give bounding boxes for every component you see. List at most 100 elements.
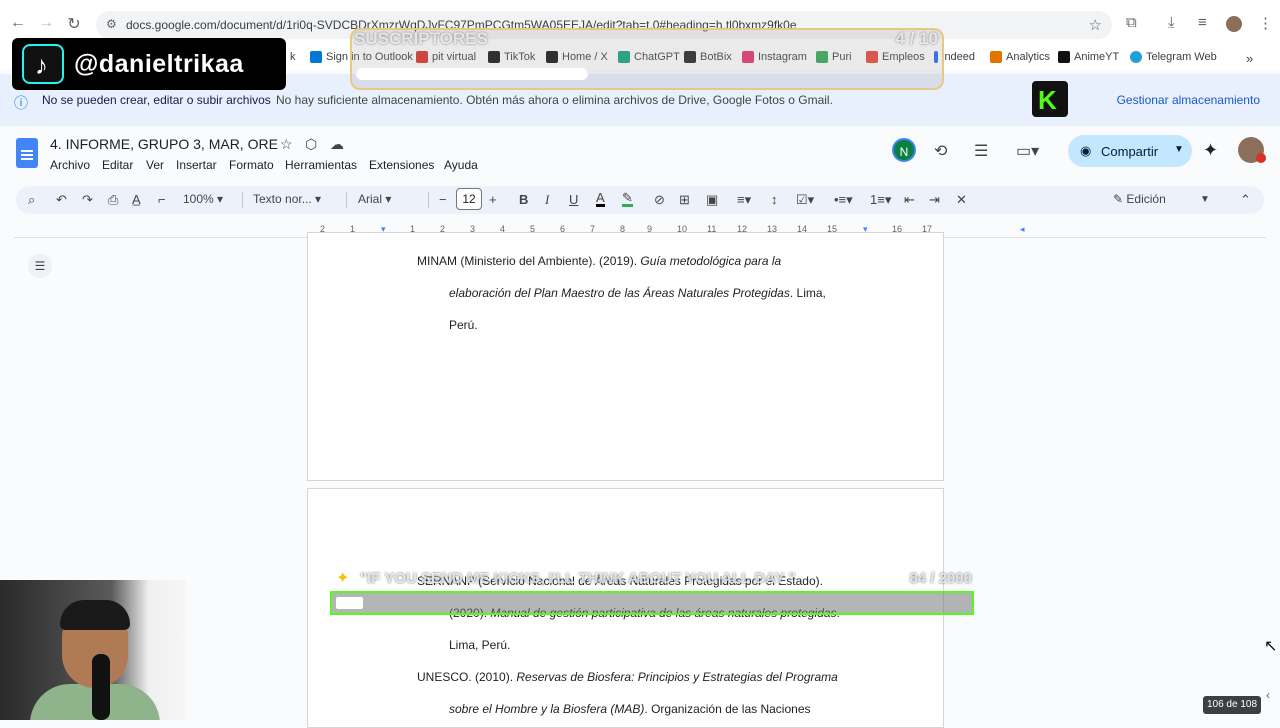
mode-chevron-icon[interactable]: ▼ (1200, 194, 1210, 205)
divider (242, 192, 243, 208)
highlight-icon[interactable]: ✎ (622, 191, 633, 207)
print-icon[interactable]: ⎙ (108, 192, 118, 208)
history-icon[interactable]: ⟲ (934, 141, 947, 161)
more-bookmarks-icon[interactable]: » (1246, 51, 1253, 66)
kick-goal-overlay: ✦ "IF YOU SEND ME KICKS, I'LL THINK ABOU… (330, 566, 974, 616)
menu-archivo[interactable]: Archivo (50, 158, 90, 172)
side-panel-toggle-icon[interactable]: ‹ (1266, 688, 1270, 702)
move-icon[interactable]: ⬡ (305, 136, 317, 153)
document-outline-icon[interactable]: ☰ (28, 254, 52, 278)
youtube-icon (1058, 51, 1070, 63)
subscriber-goal-label: SUSCRIPTORES (354, 29, 488, 48)
extensions-icon[interactable]: ⧉ (1126, 14, 1137, 31)
telegram-icon (1130, 51, 1142, 63)
insert-image-icon[interactable]: ▣ (706, 192, 718, 208)
text-color-icon[interactable]: A (596, 191, 605, 207)
kick-goal-count: 84 / 2000 (909, 570, 972, 587)
editing-mode-select[interactable]: ✎ Edición (1113, 192, 1166, 206)
chevron-down-icon[interactable]: ▼ (1174, 144, 1184, 155)
forward-icon[interactable]: → (36, 14, 56, 32)
banner-title: No se pueden crear, editar o subir archi… (42, 93, 271, 107)
collapse-menus-icon[interactable]: ⌃ (1240, 192, 1251, 208)
menu-editar[interactable]: Editar (102, 158, 133, 172)
microphone-icon (92, 654, 110, 720)
zoom-select[interactable]: 100% ▾ (183, 192, 223, 206)
reference-sernanp-line3: Lima, Perú. (449, 638, 511, 652)
search-icon[interactable]: ⌕ (28, 192, 35, 208)
style-select[interactable]: Texto nor... ▾ (253, 192, 321, 206)
site-info-icon[interactable]: ⚙ (106, 17, 117, 31)
paint-format-icon[interactable]: ⌐ (158, 192, 166, 207)
decrease-font-icon[interactable]: − (439, 192, 447, 207)
comments-icon[interactable]: ☰ (974, 141, 988, 161)
spellcheck-icon[interactable]: A̲ (132, 192, 141, 207)
browser-profile-icon[interactable] (1226, 16, 1242, 32)
bookmark-star-icon[interactable]: ☆ (1089, 16, 1102, 34)
sparkle-icon: ✦ (336, 570, 350, 587)
browser-menu-icon[interactable]: ⋮ (1258, 14, 1273, 32)
bookmark-animeyt[interactable]: AnimeYT (1058, 51, 1119, 63)
divider (428, 192, 429, 208)
webcam-person-hair (60, 600, 130, 630)
bookmark-telegram[interactable]: Telegram Web (1130, 51, 1217, 63)
page-counter: 106 de 108 (1203, 696, 1261, 714)
menu-herramientas[interactable]: Herramientas (285, 158, 357, 172)
globe-icon: ◉ (1080, 143, 1092, 158)
menu-ayuda[interactable]: Ayuda (444, 158, 478, 172)
back-icon[interactable]: ← (8, 14, 28, 32)
numbered-list-icon[interactable]: 1≡▾ (870, 192, 891, 208)
reference-unesco-line1: UNESCO. (2010). Reservas de Biosfera: Pr… (417, 670, 838, 684)
banner-message: No hay suficiente almacenamiento. Obtén … (276, 93, 833, 107)
document-title[interactable]: 4. INFORME, GRUPO 3, MAR, ORE (50, 136, 278, 152)
tiktok-logo-icon: ♪ (22, 44, 64, 84)
bookmark-fragment[interactable]: k (290, 51, 296, 63)
increase-font-icon[interactable]: + (489, 192, 497, 207)
kick-goal-fill (336, 597, 363, 609)
download-icon[interactable]: ⤓ (1168, 14, 1175, 31)
formatting-toolbar: ⌕ ↶ ↷ ⎙ A̲ ⌐ 100% ▾ Texto nor... ▾ Arial… (16, 186, 1264, 214)
align-icon[interactable]: ≡▾ (737, 192, 751, 208)
outlook-icon (310, 51, 322, 63)
checklist-icon[interactable]: ☑▾ (796, 192, 814, 208)
font-size-input[interactable]: 12 (456, 188, 482, 210)
info-icon: ⓘ (14, 95, 28, 111)
undo-icon[interactable]: ↶ (56, 192, 67, 208)
ruler-end-marker-icon[interactable]: ◂ (1020, 224, 1025, 235)
manage-storage-link[interactable]: Gestionar almacenamiento (1117, 93, 1260, 107)
docs-logo-icon[interactable] (16, 138, 38, 168)
increase-indent-icon[interactable]: ⇥ (929, 192, 940, 208)
collaborator-avatar[interactable]: N (892, 138, 916, 162)
meet-icon[interactable]: ▭▾ (1016, 141, 1039, 161)
underline-icon[interactable]: U (569, 192, 578, 207)
media-icon[interactable]: ≡ (1198, 14, 1207, 31)
font-select[interactable]: Arial ▾ (358, 192, 391, 206)
gemini-icon[interactable]: ✦ (1203, 140, 1218, 161)
decrease-indent-icon[interactable]: ⇤ (904, 192, 915, 208)
tiktok-handle: @danieltrikaa (74, 50, 244, 78)
share-button[interactable]: ◉ Compartir ▼ (1068, 135, 1192, 167)
star-icon[interactable]: ☆ (280, 136, 293, 153)
kick-goal-message: "IF YOU SEND ME KICKS, I'LL THINK ABOUT … (360, 570, 796, 587)
reference-minam-line3: Perú. (449, 318, 478, 332)
menu-insertar[interactable]: Insertar (176, 158, 217, 172)
subscriber-goal-overlay: SUSCRIPTORES 4 / 10 (350, 28, 944, 90)
page-105[interactable]: MINAM (Ministerio del Ambiente). (2019).… (307, 232, 944, 481)
divider (346, 192, 347, 208)
redo-icon[interactable]: ↷ (82, 192, 93, 208)
cloud-status-icon[interactable]: ☁ (330, 136, 344, 153)
add-comment-icon[interactable]: ⊞ (679, 192, 690, 208)
kick-logo-icon: K (1032, 81, 1068, 117)
clear-formatting-icon[interactable]: ✕ (956, 192, 967, 208)
bullet-list-icon[interactable]: •≡▾ (834, 192, 853, 208)
bookmark-analytics[interactable]: Analytics (990, 51, 1050, 63)
tiktok-handle-overlay: ♪ @danieltrikaa (12, 38, 286, 90)
italic-icon[interactable]: I (545, 192, 549, 208)
menu-ver[interactable]: Ver (146, 158, 164, 172)
line-spacing-icon[interactable]: ↕ (771, 192, 778, 207)
bold-icon[interactable]: B (519, 192, 528, 207)
menu-formato[interactable]: Formato (229, 158, 274, 172)
link-icon[interactable]: ⊘ (654, 192, 665, 208)
menu-extensiones[interactable]: Extensiones (369, 158, 434, 172)
reload-icon[interactable]: ↻ (64, 14, 84, 34)
subscriber-goal-count: 4 / 10 (895, 29, 938, 48)
